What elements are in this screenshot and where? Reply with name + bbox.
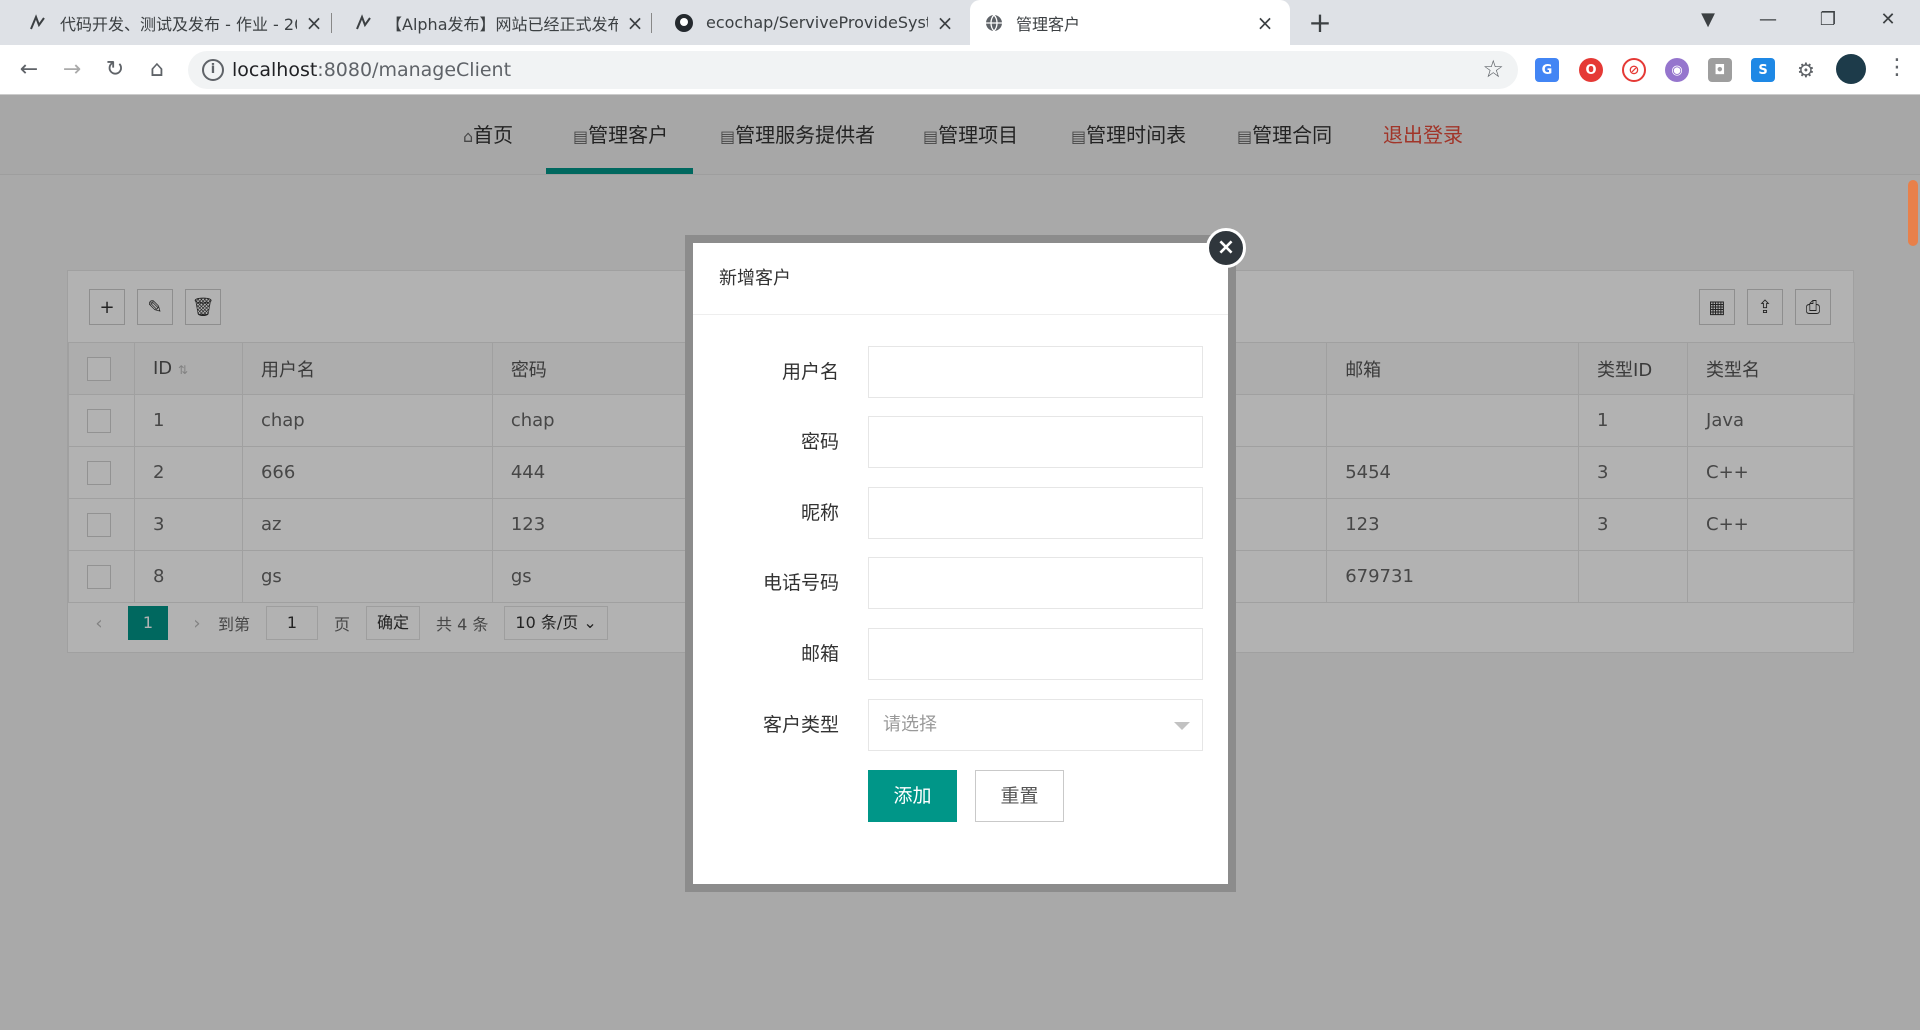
client-type-label: 客户类型 <box>762 714 839 736</box>
bookmark-star-icon[interactable]: ☆ <box>1482 55 1504 83</box>
close-icon[interactable]: × <box>1206 228 1246 268</box>
client-type-select[interactable]: 请选择 <box>868 699 1203 751</box>
close-icon[interactable]: × <box>303 11 325 35</box>
info-icon[interactable]: i <box>202 59 224 81</box>
page-scrollbar[interactable] <box>1906 95 1920 1030</box>
tab-cnblogs-2[interactable]: 【Alpha发布】网站已经正式发布! × <box>340 0 660 45</box>
password-label: 密码 <box>800 431 839 453</box>
close-icon[interactable]: × <box>624 11 646 35</box>
password-field[interactable] <box>868 416 1203 468</box>
form-row-client-type: 客户类型 请选择 <box>693 699 1228 751</box>
back-arrow-icon[interactable]: ← <box>12 53 46 87</box>
select-placeholder: 请选择 <box>883 714 937 735</box>
cnblogs-icon <box>354 13 374 33</box>
phone-field[interactable] <box>868 557 1203 609</box>
close-icon[interactable]: × <box>934 11 956 35</box>
nickname-field[interactable] <box>868 487 1203 539</box>
tab-manage-client[interactable]: 管理客户 × <box>970 0 1290 45</box>
globe-icon <box>984 13 1004 33</box>
add-submit-button[interactable]: 添加 <box>868 770 957 822</box>
s-extension-icon[interactable]: S <box>1751 58 1775 82</box>
email-label: 邮箱 <box>800 643 839 665</box>
caret-down-icon <box>1174 722 1190 730</box>
opera-extension-icon[interactable]: O <box>1579 58 1603 82</box>
forward-arrow-icon[interactable]: → <box>55 53 89 87</box>
octo-extension-icon[interactable]: ◉ <box>1665 58 1689 82</box>
tab-strip: 代码开发、测试及发布 - 作业 - 202 × 【Alpha发布】网站已经正式发… <box>0 0 1920 45</box>
github-icon <box>674 13 694 33</box>
new-tab-button[interactable]: + <box>1303 6 1337 40</box>
url-text: localhost:8080/manageClient <box>232 59 512 81</box>
email-field[interactable] <box>868 628 1203 680</box>
home-icon[interactable]: ⌂ <box>140 53 174 87</box>
form-row-phone: 电话号码 <box>693 557 1228 609</box>
modal-title: 新增客户 <box>693 243 1228 315</box>
address-bar[interactable]: i localhost:8080/manageClient ☆ <box>188 51 1518 89</box>
browser-toolbar: ← → ↻ ⌂ i localhost:8080/manageClient ☆ … <box>0 45 1920 95</box>
form-row-password: 密码 <box>693 416 1228 468</box>
tab-separator <box>651 13 652 33</box>
nickname-label: 昵称 <box>800 502 839 524</box>
block-extension-icon[interactable]: ⊘ <box>1622 58 1646 82</box>
translate-extension-icon[interactable]: G <box>1535 58 1559 82</box>
phone-label: 电话号码 <box>762 572 839 594</box>
add-client-modal: 新增客户 用户名 密码 昵称 电话号码 邮箱 客户类型 请选择 添加 重置 <box>685 235 1236 892</box>
form-actions: 添加 重置 <box>693 770 1228 822</box>
tab-separator <box>331 13 332 33</box>
username-label: 用户名 <box>781 361 839 383</box>
cnblogs-icon <box>28 13 48 33</box>
tab-title: ecochap/ServiveProvideSystem <box>706 13 928 32</box>
puzzle-extensions-icon[interactable]: ⚙ <box>1794 58 1818 82</box>
tab-search-icon[interactable]: ▼ <box>1680 0 1736 42</box>
scrollbar-thumb[interactable] <box>1908 180 1918 246</box>
restore-button[interactable]: ❐ <box>1800 0 1856 42</box>
more-menu-icon[interactable]: ⋮ <box>1886 55 1908 80</box>
tab-title: 代码开发、测试及发布 - 作业 - 202 <box>60 14 297 34</box>
close-icon[interactable]: × <box>1254 11 1276 35</box>
tab-github[interactable]: ecochap/ServiveProvideSystem × <box>660 0 970 45</box>
form-row-email: 邮箱 <box>693 628 1228 680</box>
form-row-username: 用户名 <box>693 346 1228 398</box>
camera-extension-icon[interactable]: ◘ <box>1708 58 1732 82</box>
tab-cnblogs-1[interactable]: 代码开发、测试及发布 - 作业 - 202 × <box>14 0 339 45</box>
tab-title: 【Alpha发布】网站已经正式发布! <box>386 14 618 34</box>
reload-icon[interactable]: ↻ <box>98 53 132 87</box>
window-close-button[interactable]: ✕ <box>1860 0 1916 42</box>
form-row-nickname: 昵称 <box>693 487 1228 539</box>
reset-button[interactable]: 重置 <box>975 770 1064 822</box>
avatar[interactable] <box>1836 54 1866 84</box>
minimize-button[interactable]: — <box>1740 0 1796 42</box>
username-field[interactable] <box>868 346 1203 398</box>
browser-chrome: 代码开发、测试及发布 - 作业 - 202 × 【Alpha发布】网站已经正式发… <box>0 0 1920 95</box>
tab-title: 管理客户 <box>1016 14 1081 34</box>
